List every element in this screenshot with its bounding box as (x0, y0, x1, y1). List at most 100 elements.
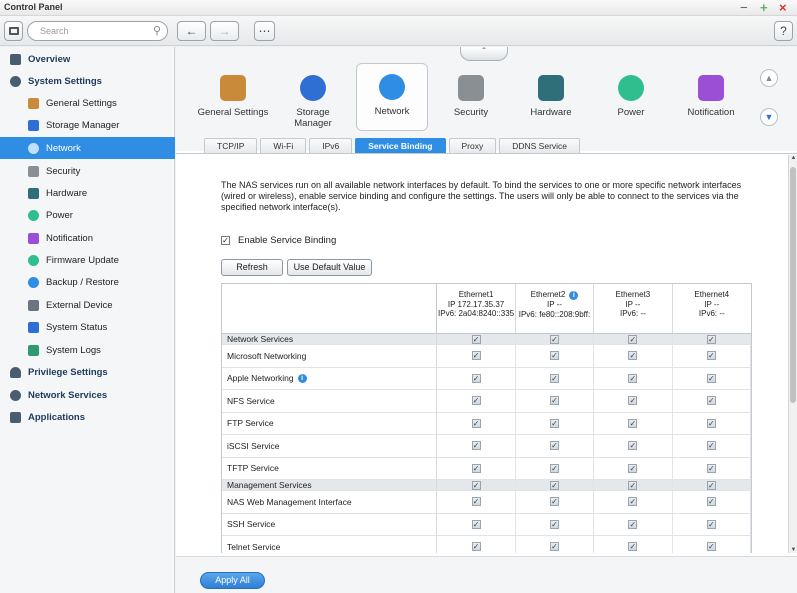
sidebar-item-power[interactable]: Power (0, 204, 175, 226)
row-checkbox[interactable]: ✓ (471, 542, 481, 552)
row-checkbox[interactable]: ✓ (628, 542, 638, 552)
row-checkbox[interactable]: ✓ (706, 463, 716, 473)
category-scroll-up[interactable]: ▲ (760, 69, 778, 87)
row-checkbox[interactable]: ✓ (628, 441, 638, 451)
table-row: NAS Web Management Interface ✓ ✓ ✓ ✓ (222, 491, 752, 514)
category-bar: ˆ General Settings Storage Manager Netwo… (176, 47, 797, 153)
scroll-thumb[interactable] (790, 167, 796, 403)
forward-button[interactable]: → (210, 21, 239, 41)
sidebar-item-external-device[interactable]: External Device (0, 294, 175, 316)
tab-proxy[interactable]: Proxy (448, 138, 497, 153)
row-checkbox[interactable]: ✓ (471, 497, 481, 507)
sidebar-item-applications[interactable]: Applications (0, 406, 175, 428)
sidebar-item-general-settings[interactable]: General Settings (0, 92, 175, 114)
row-checkbox[interactable]: ✓ (628, 351, 638, 361)
sidebar-item-network-services[interactable]: Network Services (0, 384, 175, 406)
refresh-button[interactable]: Refresh (221, 259, 283, 276)
use-default-value-button[interactable]: Use Default Value (287, 259, 372, 276)
scroll-up-arrow[interactable]: ▲ (789, 155, 797, 161)
sidebar-item-security[interactable]: Security (0, 160, 175, 182)
collapse-toggle[interactable]: ˆ (460, 47, 508, 61)
sidebar-toggle-button[interactable] (4, 21, 23, 41)
row-checkbox[interactable]: ✓ (550, 497, 559, 507)
row-checkbox[interactable]: ✓ (550, 351, 559, 361)
category-network[interactable]: Network (356, 63, 428, 131)
info-icon[interactable]: i (569, 291, 579, 300)
row-checkbox[interactable]: ✓ (706, 480, 716, 490)
sidebar-item-notification[interactable]: Notification (0, 227, 175, 249)
row-checkbox[interactable]: ✓ (628, 418, 638, 428)
sidebar-item-storage-manager[interactable]: Storage Manager (0, 114, 175, 136)
category-general-settings[interactable]: General Settings (196, 65, 270, 118)
row-checkbox[interactable]: ✓ (550, 480, 559, 490)
help-button[interactable]: ? (774, 21, 793, 41)
sidebar-item-backup-restore[interactable]: Backup / Restore (0, 271, 175, 293)
sidebar-item-firmware-update[interactable]: Firmware Update (0, 249, 175, 271)
tab-tcp-ip[interactable]: TCP/IP (204, 138, 258, 153)
back-button[interactable]: ← (177, 21, 206, 41)
row-checkbox[interactable]: ✓ (706, 441, 716, 451)
row-checkbox[interactable]: ✓ (471, 373, 481, 383)
row-checkbox[interactable]: ✓ (550, 463, 559, 473)
row-checkbox[interactable]: ✓ (550, 373, 559, 383)
row-checkbox[interactable]: ✓ (471, 480, 481, 490)
row-checkbox[interactable]: ✓ (471, 418, 481, 428)
sidebar-item-privilege-settings[interactable]: Privilege Settings (0, 361, 175, 383)
row-checkbox[interactable]: ✓ (628, 463, 638, 473)
vertical-scrollbar[interactable]: ▲ ▼ (788, 155, 797, 553)
scroll-down-arrow[interactable]: ▼ (789, 547, 797, 553)
row-checkbox[interactable]: ✓ (706, 334, 716, 344)
hardware-icon (538, 75, 564, 101)
apps-button[interactable]: ⋯ (254, 21, 275, 41)
row-checkbox[interactable]: ✓ (706, 351, 716, 361)
sidebar-item-system-settings[interactable]: System Settings (0, 70, 175, 92)
row-checkbox[interactable]: ✓ (628, 396, 638, 406)
tab-wi-fi[interactable]: Wi-Fi (260, 138, 307, 153)
row-checkbox[interactable]: ✓ (550, 396, 559, 406)
row-checkbox[interactable]: ✓ (628, 519, 638, 529)
row-checkbox[interactable]: ✓ (550, 418, 559, 428)
row-checkbox[interactable]: ✓ (628, 497, 638, 507)
enable-service-binding-checkbox[interactable]: ✓ (221, 236, 230, 245)
row-checkbox[interactable]: ✓ (628, 480, 638, 490)
category-scroll-down[interactable]: ▼ (760, 108, 778, 126)
tab-ipv6[interactable]: IPv6 (309, 138, 353, 153)
row-checkbox[interactable]: ✓ (471, 519, 481, 529)
row-checkbox[interactable]: ✓ (706, 519, 716, 529)
sidebar-item-system-logs[interactable]: System Logs (0, 339, 175, 361)
row-checkbox[interactable]: ✓ (471, 334, 481, 344)
apply-all-button[interactable]: Apply All (200, 572, 265, 589)
row-checkbox[interactable]: ✓ (706, 373, 716, 383)
row-checkbox[interactable]: ✓ (471, 396, 481, 406)
row-checkbox[interactable]: ✓ (550, 334, 559, 344)
category-storage-manager[interactable]: Storage Manager (276, 65, 350, 129)
tab-service-binding[interactable]: Service Binding (355, 138, 446, 153)
row-checkbox[interactable]: ✓ (471, 463, 481, 473)
search-input[interactable]: Search ⚲ (27, 21, 168, 41)
row-checkbox[interactable]: ✓ (550, 542, 559, 552)
sidebar-item-overview[interactable]: Overview (0, 48, 175, 70)
sidebar-item-system-status[interactable]: System Status (0, 316, 175, 338)
sidebar-item-network[interactable]: Network (0, 137, 175, 159)
row-checkbox[interactable]: ✓ (550, 441, 559, 451)
sidebar-item-hardware[interactable]: Hardware (0, 182, 175, 204)
maximize-button[interactable]: + (760, 0, 768, 15)
tab-ddns-service[interactable]: DDNS Service (499, 138, 581, 153)
category-power[interactable]: Power (594, 65, 668, 118)
row-checkbox[interactable]: ✓ (471, 441, 481, 451)
row-checkbox[interactable]: ✓ (550, 519, 559, 529)
minimize-button[interactable]: − (740, 0, 748, 15)
info-icon[interactable]: i (297, 373, 307, 383)
category-security[interactable]: Security (434, 65, 508, 118)
row-checkbox[interactable]: ✓ (706, 396, 716, 406)
row-checkbox[interactable]: ✓ (628, 334, 638, 344)
row-checkbox[interactable]: ✓ (706, 497, 716, 507)
category-notification[interactable]: Notification (674, 65, 748, 118)
enable-service-binding[interactable]: ✓ Enable Service Binding (221, 235, 336, 246)
row-checkbox[interactable]: ✓ (471, 351, 481, 361)
row-checkbox[interactable]: ✓ (706, 418, 716, 428)
row-checkbox[interactable]: ✓ (628, 373, 638, 383)
category-hardware[interactable]: Hardware (514, 65, 588, 118)
close-button[interactable]: × (779, 0, 787, 15)
row-checkbox[interactable]: ✓ (706, 542, 716, 552)
